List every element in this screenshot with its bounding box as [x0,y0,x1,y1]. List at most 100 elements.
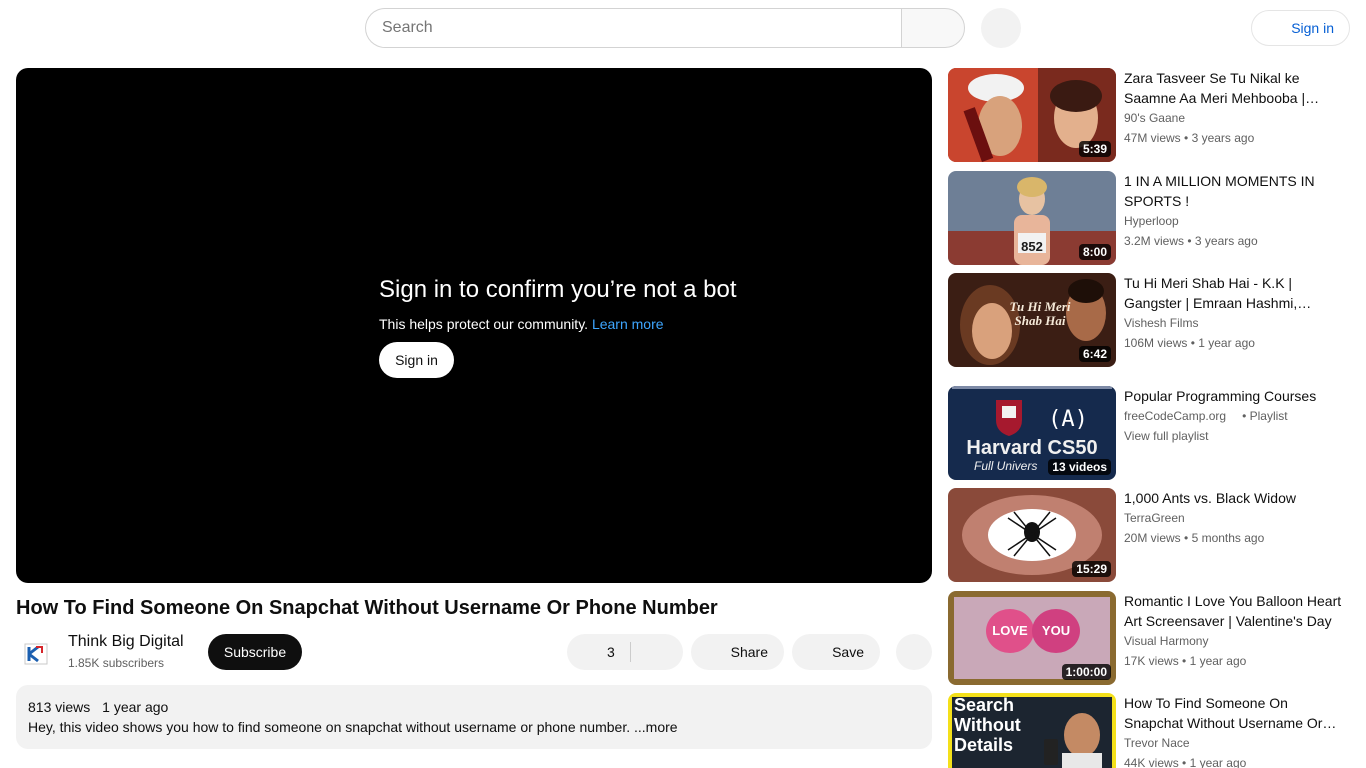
recommended-playlist[interactable]: (A) Harvard CS50 Full Univers 13 videos … [948,380,1350,480]
channel-name: freeCodeCamp.org • Playlist [1124,407,1346,425]
like-divider [630,642,631,662]
view-count: 3.2M views [1124,234,1185,248]
channel-name[interactable]: Visual Harmony [1124,632,1346,650]
signin-button[interactable]: Sign in [1251,10,1350,46]
view-playlist-link[interactable]: View full playlist [1124,427,1346,445]
bot-check-title: Sign in to confirm you’re not a bot [379,276,737,303]
channel-name[interactable]: Trevor Nace [1124,734,1346,752]
like-count[interactable]: 3 [607,644,615,660]
upload-age: 1 year ago [102,699,169,715]
video-thumbnail[interactable]: 5:39 [948,68,1116,162]
search-button[interactable] [901,8,965,48]
thumbnail-image: Search Without Details [948,693,1116,768]
video-count-badge: 13 videos [1048,459,1111,475]
video-stats: 17K views • 1 year ago [1124,654,1247,668]
header: Sign in [0,0,1366,56]
video-info: Zara Tasveer Se Tu Nikal ke Saamne Aa Me… [1124,68,1346,147]
duration-badge: 6:42 [1078,346,1111,362]
channel-name[interactable]: Hyperloop [1124,212,1346,230]
channel-avatar[interactable] [16,635,56,675]
upload-age: 3 years ago [1194,234,1258,248]
view-count: 17K views [1124,654,1179,668]
video-stats: 20M views • 5 months ago [1124,531,1265,545]
recommended-video[interactable]: 852 8:00 1 IN A MILLION MOMENTS IN SPORT… [948,171,1350,265]
video-title: How To Find Someone On Snapchat Without … [16,597,718,619]
balloon-text: LOVE [992,623,1028,638]
video-stats: 44K views • 1 year ago [1124,756,1247,768]
playlist-tag: • Playlist [1242,409,1288,423]
upload-age: 1 year ago [1189,654,1247,668]
video-info: Romantic I Love You Balloon Heart Art Sc… [1124,591,1346,670]
video-thumbnail[interactable]: 852 8:00 [948,171,1116,265]
bib-number: 852 [1021,239,1043,254]
video-thumbnail[interactable]: 15:29 [948,488,1116,582]
description-box[interactable]: 813 views 1 year ago Hey, this video sho… [16,685,932,749]
channel-logo-icon [24,643,48,665]
thumb-caption: Search [954,695,1014,715]
thumb-caption: Shab Hai [1015,313,1066,328]
view-count: 106M views [1124,336,1188,350]
thumb-caption: Tu Hi Meri [1010,299,1071,314]
view-count: 813 views [28,699,91,715]
search-icon [925,20,939,34]
recommended-video[interactable]: 5:39 Zara Tasveer Se Tu Nikal ke Saamne … [948,68,1350,162]
video-title[interactable]: How To Find Someone On Snapchat Without … [1124,693,1346,733]
playlist-thumbnail[interactable]: (A) Harvard CS50 Full Univers 13 videos [948,386,1116,480]
video-stats: 47M views • 3 years ago [1124,131,1255,145]
like-dislike-group: 3 [567,634,683,670]
share-button[interactable]: Share [691,634,784,670]
video-thumbnail[interactable]: Search Without Details [948,693,1116,768]
recommended-video[interactable]: Search Without Details How To Find Someo… [948,693,1350,768]
balloon-text: YOU [1042,623,1070,638]
view-count: 47M views [1124,131,1181,145]
save-button[interactable]: Save [792,634,880,670]
mic-icon [981,8,1021,48]
learn-more-link[interactable]: Learn more [592,316,664,332]
video-title[interactable]: Zara Tasveer Se Tu Nikal ke Saamne Aa Me… [1124,68,1346,108]
channel-name[interactable]: Vishesh Films [1124,314,1346,332]
video-title[interactable]: Tu Hi Meri Shab Hai - K.K | Gangster | E… [1124,273,1346,313]
channel-name[interactable]: TerraGreen [1124,509,1346,527]
bot-check-description: This helps protect our community. Learn … [379,316,664,332]
signin-label: Sign in [1291,20,1334,36]
thumb-caption: Details [954,735,1013,755]
thumb-caption: Full Univers [974,459,1037,473]
thumb-caption: Without [954,715,1021,735]
recommended-video[interactable]: Tu Hi Meri Shab Hai 6:42 Tu Hi Meri Shab… [948,273,1350,367]
upload-age: 1 year ago [1198,336,1255,350]
video-thumbnail[interactable]: LOVE YOU 1:00:00 [948,591,1116,685]
subscribe-button[interactable]: Subscribe [208,634,302,670]
search-input[interactable] [366,9,902,47]
channel-name[interactable]: Think Big Digital [68,633,184,651]
view-count: 20M views [1124,531,1181,545]
more-actions-button[interactable] [896,634,932,670]
show-more-link[interactable]: ...more [634,719,678,735]
duration-badge: 1:00:00 [1061,664,1111,680]
video-info: How To Find Someone On Snapchat Without … [1124,693,1346,768]
video-thumbnail[interactable]: Tu Hi Meri Shab Hai 6:42 [948,273,1116,367]
video-title[interactable]: 1,000 Ants vs. Black Widow [1124,488,1346,508]
subscriber-count: 1.85K subscribers [68,656,165,670]
duration-badge: 8:00 [1078,244,1111,260]
description-snippet: Hey, this video shows you how to find so… [28,719,634,735]
view-count: 44K views [1124,756,1179,768]
player-signin-button[interactable]: Sign in [379,342,454,378]
video-title[interactable]: Romantic I Love You Balloon Heart Art Sc… [1124,591,1346,631]
video-title[interactable]: 1 IN A MILLION MOMENTS IN SPORTS ! [1124,171,1346,211]
recommended-video[interactable]: LOVE YOU 1:00:00 Romantic I Love You Bal… [948,591,1350,685]
video-player[interactable]: Sign in to confirm you’re not a bot This… [16,68,932,583]
voice-search-button[interactable] [981,8,1021,48]
recommendations-sidebar: 5:39 Zara Tasveer Se Tu Nikal ke Saamne … [948,68,1350,768]
playlist-info: Popular Programming Courses freeCodeCamp… [1124,386,1346,445]
video-info: 1 IN A MILLION MOMENTS IN SPORTS ! Hyper… [1124,171,1346,250]
description-text: Hey, this video shows you how to find so… [28,719,678,735]
upload-age: 5 months ago [1191,531,1265,545]
search-box [365,8,902,48]
upload-age: 1 year ago [1189,756,1247,768]
recommended-video[interactable]: 15:29 1,000 Ants vs. Black Widow TerraGr… [948,488,1350,582]
channel-link[interactable]: freeCodeCamp.org [1124,409,1226,423]
duration-badge: 15:29 [1072,561,1111,577]
share-label: Share [730,644,768,660]
playlist-title[interactable]: Popular Programming Courses [1124,386,1346,406]
channel-name[interactable]: 90's Gaane [1124,109,1346,127]
